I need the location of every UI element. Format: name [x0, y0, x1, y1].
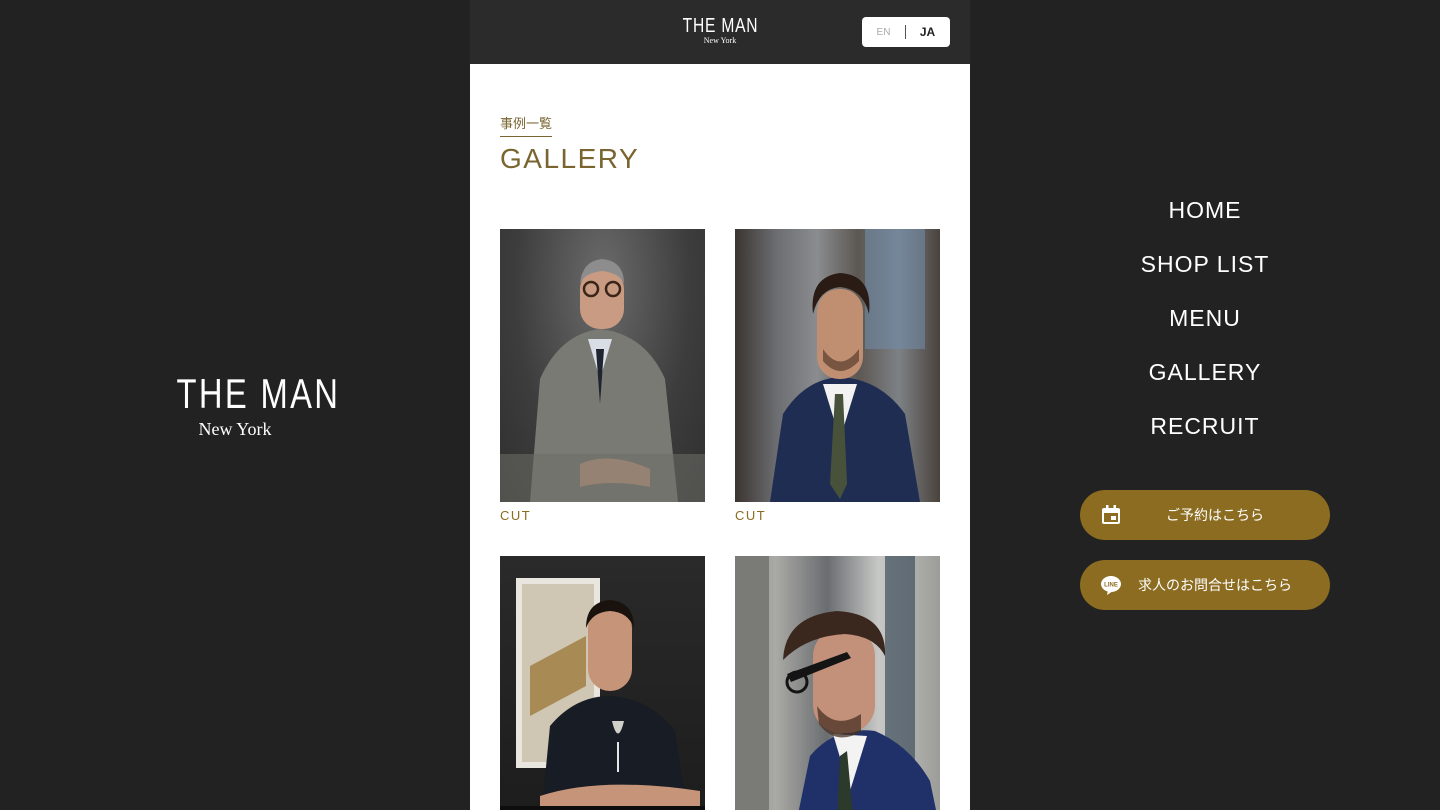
lang-en-button[interactable]: EN: [863, 27, 905, 38]
main-panel: THE MAN New York EN JA 事例一覧 GALLERY CUT …: [470, 0, 970, 810]
lang-ja-button[interactable]: JA: [906, 25, 950, 39]
side-logo-brand: THE MAN: [176, 370, 341, 417]
gallery-photo[interactable]: [735, 229, 940, 502]
man-in-navy-suit-photo: [770, 229, 925, 502]
nav-item-gallery[interactable]: GALLERY: [1080, 356, 1330, 410]
gallery-item[interactable]: [500, 556, 705, 810]
side-navigation: HOME SHOP LIST MENU GALLERY RECRUIT: [1080, 194, 1330, 464]
gallery-photo[interactable]: [500, 229, 705, 502]
man-with-glasses-photo: [735, 556, 937, 810]
header-logo-brand: THE MAN: [682, 15, 758, 37]
nav-item-menu[interactable]: MENU: [1080, 302, 1330, 356]
side-logo-city: New York: [198, 419, 272, 439]
page-title: GALLERY: [500, 143, 640, 174]
gallery-item[interactable]: [735, 556, 940, 810]
calendar-icon: [1100, 504, 1122, 526]
line-chat-icon: LINE: [1100, 574, 1122, 596]
man-with-wine-glass-photo: [500, 578, 705, 810]
reserve-button[interactable]: ご予約はこちら: [1080, 490, 1330, 540]
line-badge-text: LINE: [1104, 583, 1118, 589]
gallery-item[interactable]: CUT: [500, 229, 705, 523]
gallery-photo[interactable]: [735, 556, 940, 810]
recruit-inquiry-button[interactable]: LINE 求人のお問合せはこちら: [1080, 560, 1330, 610]
nav-item-home[interactable]: HOME: [1080, 194, 1330, 248]
man-in-grey-suit-photo: [500, 259, 705, 502]
gallery-photo[interactable]: [500, 556, 705, 810]
language-switcher: EN JA: [862, 17, 950, 47]
page-subtitle: 事例一覧: [500, 116, 553, 137]
nav-item-shop-list[interactable]: SHOP LIST: [1080, 248, 1330, 302]
gallery-item[interactable]: CUT: [735, 229, 940, 523]
gallery-caption: CUT: [735, 508, 767, 523]
page-heading: 事例一覧 GALLERY: [500, 113, 639, 175]
header-bar: THE MAN New York EN JA: [470, 0, 970, 64]
gallery-caption: CUT: [500, 508, 532, 523]
nav-item-recruit[interactable]: RECRUIT: [1080, 410, 1330, 464]
side-logo[interactable]: THE MAN New York: [160, 370, 341, 440]
